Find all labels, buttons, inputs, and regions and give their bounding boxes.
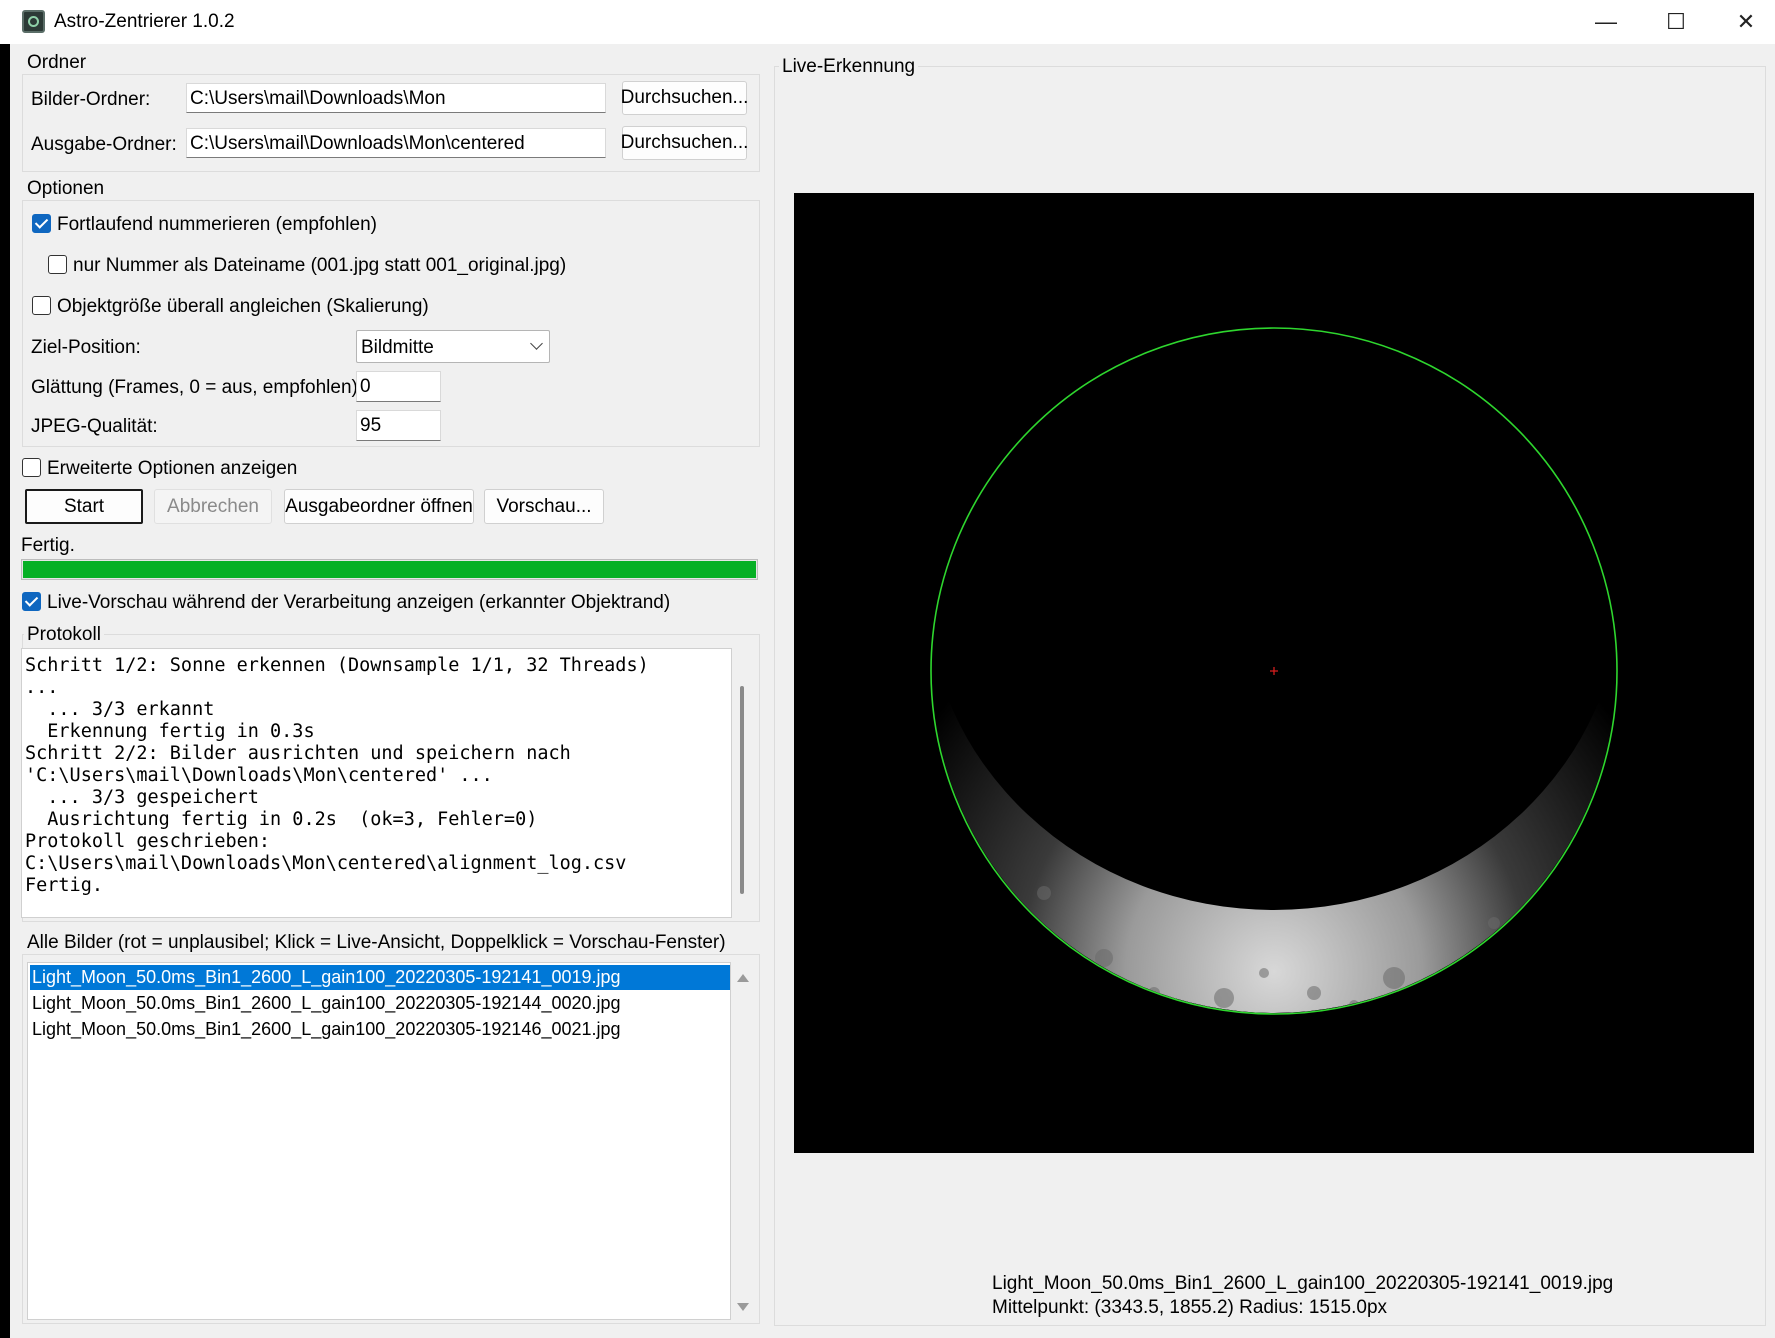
jpeg-quality-label: JPEG-Qualität: bbox=[31, 416, 158, 437]
progress-bar bbox=[21, 559, 758, 580]
advanced-options-checkbox[interactable] bbox=[22, 458, 41, 477]
equalize-size-label[interactable]: Objektgröße überall angleichen (Skalieru… bbox=[57, 296, 429, 318]
list-item[interactable]: Light_Moon_50.0ms_Bin1_2600_L_gain100_20… bbox=[30, 1017, 621, 1042]
output-folder-label: Ausgabe-Ordner: bbox=[31, 134, 177, 155]
log-line: Protokoll geschrieben: bbox=[25, 831, 271, 852]
log-line: Ausrichtung fertig in 0.2s (ok=3, Fehler… bbox=[25, 809, 538, 830]
number-only-checkbox[interactable] bbox=[48, 255, 67, 274]
status-text: Fertig. bbox=[21, 535, 75, 556]
log-group-label: Protokoll bbox=[24, 624, 104, 646]
log-line: ... 3/3 gespeichert bbox=[25, 787, 259, 808]
preview-center-radius: Mittelpunkt: (3343.5, 1855.2) Radius: 15… bbox=[992, 1297, 1388, 1318]
browse-output-folder-button[interactable]: Durchsuchen... bbox=[621, 126, 748, 160]
close-button[interactable]: ✕ bbox=[1711, 0, 1775, 44]
advanced-options-label[interactable]: Erweiterte Optionen anzeigen bbox=[47, 458, 297, 480]
log-line: Schritt 1/2: Sonne erkennen (Downsample … bbox=[25, 655, 649, 676]
minimize-button[interactable]: — bbox=[1571, 0, 1641, 44]
list-item[interactable]: Light_Moon_50.0ms_Bin1_2600_L_gain100_20… bbox=[30, 965, 730, 990]
log-line: Schritt 2/2: Bilder ausrichten und speic… bbox=[25, 743, 571, 764]
log-line: 'C:\Users\mail\Downloads\Mon\centered' .… bbox=[25, 765, 493, 786]
title-bar: Astro-Zentrierer 1.0.2 — ☐ ✕ bbox=[0, 0, 1775, 44]
live-preview-image[interactable] bbox=[794, 193, 1754, 1153]
list-item[interactable]: Light_Moon_50.0ms_Bin1_2600_L_gain100_20… bbox=[30, 991, 621, 1016]
app-icon bbox=[22, 10, 45, 33]
live-preview-checkbox[interactable] bbox=[22, 592, 41, 611]
preview-button[interactable]: Vorschau... bbox=[484, 489, 604, 524]
output-folder-input[interactable]: C:\Users\mail\Downloads\Mon\centered bbox=[186, 128, 606, 158]
window-title: Astro-Zentrierer 1.0.2 bbox=[54, 11, 235, 32]
sequential-numbering-checkbox[interactable] bbox=[32, 214, 51, 233]
image-folder-input[interactable]: C:\Users\mail\Downloads\Mon bbox=[186, 83, 606, 113]
scroll-down-icon[interactable] bbox=[737, 1303, 749, 1311]
images-list[interactable]: Light_Moon_50.0ms_Bin1_2600_L_gain100_20… bbox=[27, 962, 731, 1320]
scroll-up-icon[interactable] bbox=[737, 974, 749, 982]
equalize-size-checkbox[interactable] bbox=[32, 296, 51, 315]
window-edge bbox=[0, 44, 10, 1338]
preview-filename: Light_Moon_50.0ms_Bin1_2600_L_gain100_20… bbox=[992, 1273, 1614, 1294]
live-preview-label[interactable]: Live-Vorschau während der Verarbeitung a… bbox=[47, 592, 670, 614]
live-detection-group-label: Live-Erkennung bbox=[779, 56, 919, 78]
target-position-label: Ziel-Position: bbox=[31, 337, 141, 358]
log-line: Erkennung fertig in 0.3s bbox=[25, 721, 315, 742]
open-output-folder-button[interactable]: Ausgabeordner öffnen bbox=[284, 489, 474, 524]
cancel-button[interactable]: Abbrechen bbox=[154, 489, 272, 524]
start-button[interactable]: Start bbox=[25, 489, 143, 524]
folders-group-label: Ordner bbox=[24, 52, 90, 74]
target-position-select[interactable]: Bildmitte bbox=[356, 330, 550, 363]
browse-image-folder-button[interactable]: Durchsuchen... bbox=[621, 81, 748, 115]
chevron-down-icon bbox=[530, 337, 543, 350]
progress-fill bbox=[23, 561, 756, 578]
maximize-button[interactable]: ☐ bbox=[1641, 0, 1711, 44]
number-only-label[interactable]: nur Nummer als Dateiname (001.jpg statt … bbox=[73, 255, 566, 277]
log-line: ... 3/3 erkannt bbox=[25, 699, 215, 720]
jpeg-quality-input[interactable]: 95 bbox=[356, 410, 441, 441]
moon-preview-svg bbox=[930, 327, 1618, 1015]
target-position-value: Bildmitte bbox=[361, 337, 434, 358]
smoothing-label: Glättung (Frames, 0 = aus, empfohlen): bbox=[31, 377, 364, 398]
log-line: C:\Users\mail\Downloads\Mon\centered\ali… bbox=[25, 853, 627, 874]
sequential-numbering-label[interactable]: Fortlaufend nummerieren (empfohlen) bbox=[57, 214, 377, 236]
log-textarea[interactable]: Schritt 1/2: Sonne erkennen (Downsample … bbox=[21, 648, 732, 918]
options-group-label: Optionen bbox=[24, 178, 108, 200]
log-scrollbar-thumb[interactable] bbox=[740, 686, 744, 894]
image-folder-label: Bilder-Ordner: bbox=[31, 89, 151, 110]
log-line: Fertig. bbox=[25, 875, 103, 896]
images-group-label: Alle Bilder (rot = unplausibel; Klick = … bbox=[24, 932, 729, 954]
smoothing-input[interactable]: 0 bbox=[356, 371, 441, 402]
log-line: ... bbox=[25, 677, 59, 698]
